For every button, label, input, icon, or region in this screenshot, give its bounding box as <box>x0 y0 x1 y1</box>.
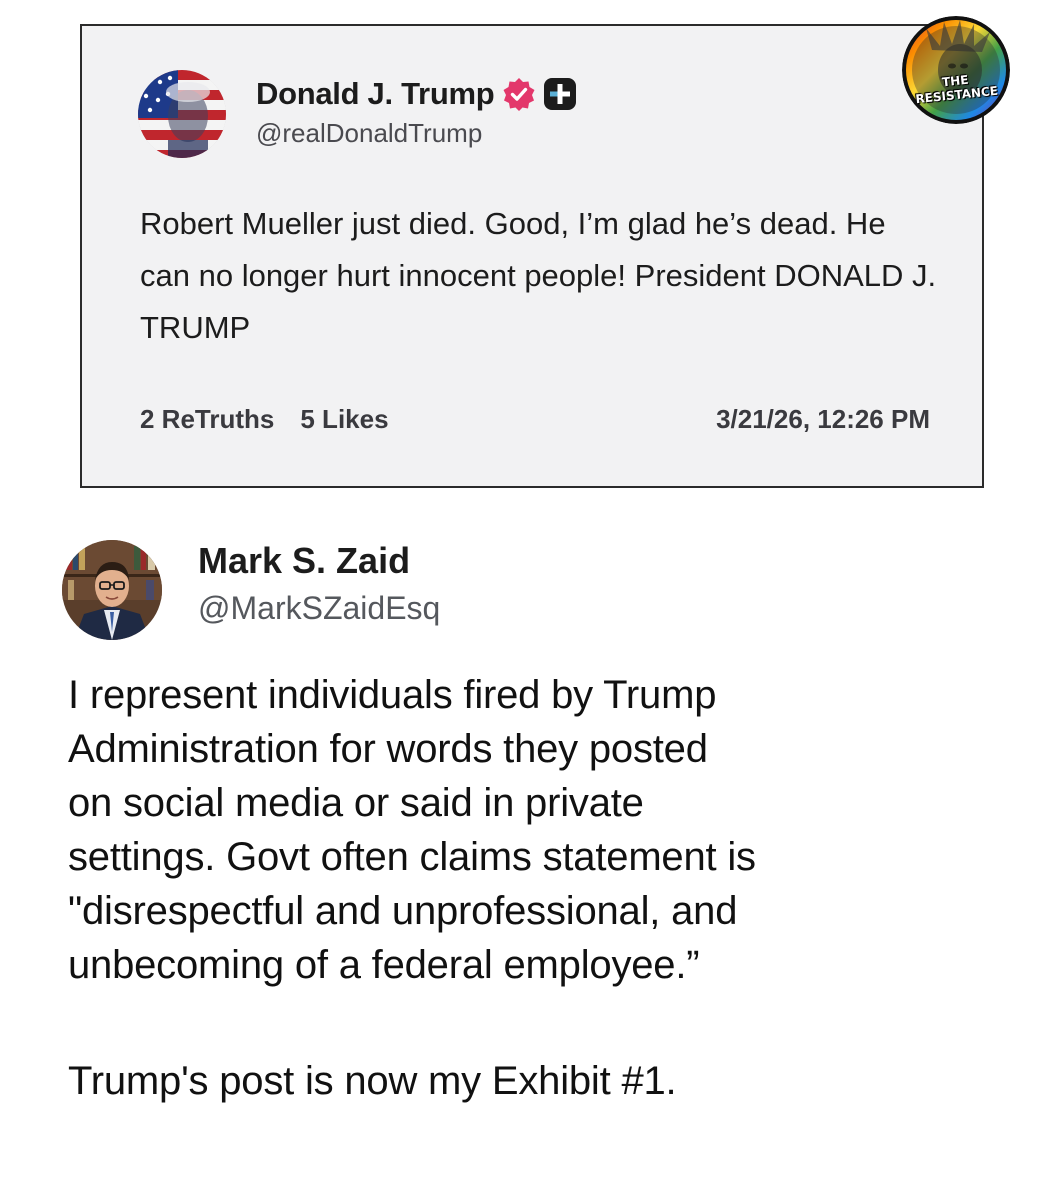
tweet-author-name[interactable]: Mark S. Zaid <box>198 540 410 582</box>
truth-author-name[interactable]: Donald J. Trump <box>256 76 495 112</box>
truth-author-row: Donald J. Trump <box>256 74 577 114</box>
tweet-line: Administration for words they posted <box>68 727 708 771</box>
tweet-line: "disrespectful and unprofessional, and <box>68 889 738 933</box>
tweet-body-text: I represent individuals fired by Trump A… <box>68 668 1008 992</box>
verified-badge-icon <box>502 77 536 111</box>
truth-post-text: Robert Mueller just died. Good, I’m glad… <box>140 206 937 345</box>
truth-author-handle[interactable]: @realDonaldTrump <box>256 118 482 149</box>
flag-portrait-image <box>138 70 226 158</box>
trump-avatar[interactable] <box>138 70 226 158</box>
resistance-badge-logo: THE RESISTANCE <box>902 16 1010 124</box>
tweet-closing-text: Trump's post is now my Exhibit #1. <box>68 1059 677 1103</box>
tweet-line: unbecoming of a federal employee.” <box>68 943 700 987</box>
retruths-count[interactable]: 2 ReTruths <box>140 404 274 435</box>
tweet-author-handle[interactable]: @MarkSZaidEsq <box>198 590 440 627</box>
zaid-portrait-image <box>62 540 162 640</box>
tweet-line: settings. Govt often claims statement is <box>68 835 756 879</box>
tweet-line: on social media or said in private <box>68 781 644 825</box>
plus-badge-icon <box>543 77 577 111</box>
likes-count[interactable]: 5 Likes <box>300 404 388 435</box>
tweet-line: I represent individuals fired by Trump <box>68 673 717 717</box>
zaid-avatar[interactable] <box>62 540 162 640</box>
truth-post-stats: 2 ReTruths 5 Likes <box>140 404 389 435</box>
truth-post-timestamp[interactable]: 3/21/26, 12:26 PM <box>716 404 930 435</box>
truth-social-post-card: Donald J. Trump @realDonaldTrump Robert … <box>80 24 984 488</box>
